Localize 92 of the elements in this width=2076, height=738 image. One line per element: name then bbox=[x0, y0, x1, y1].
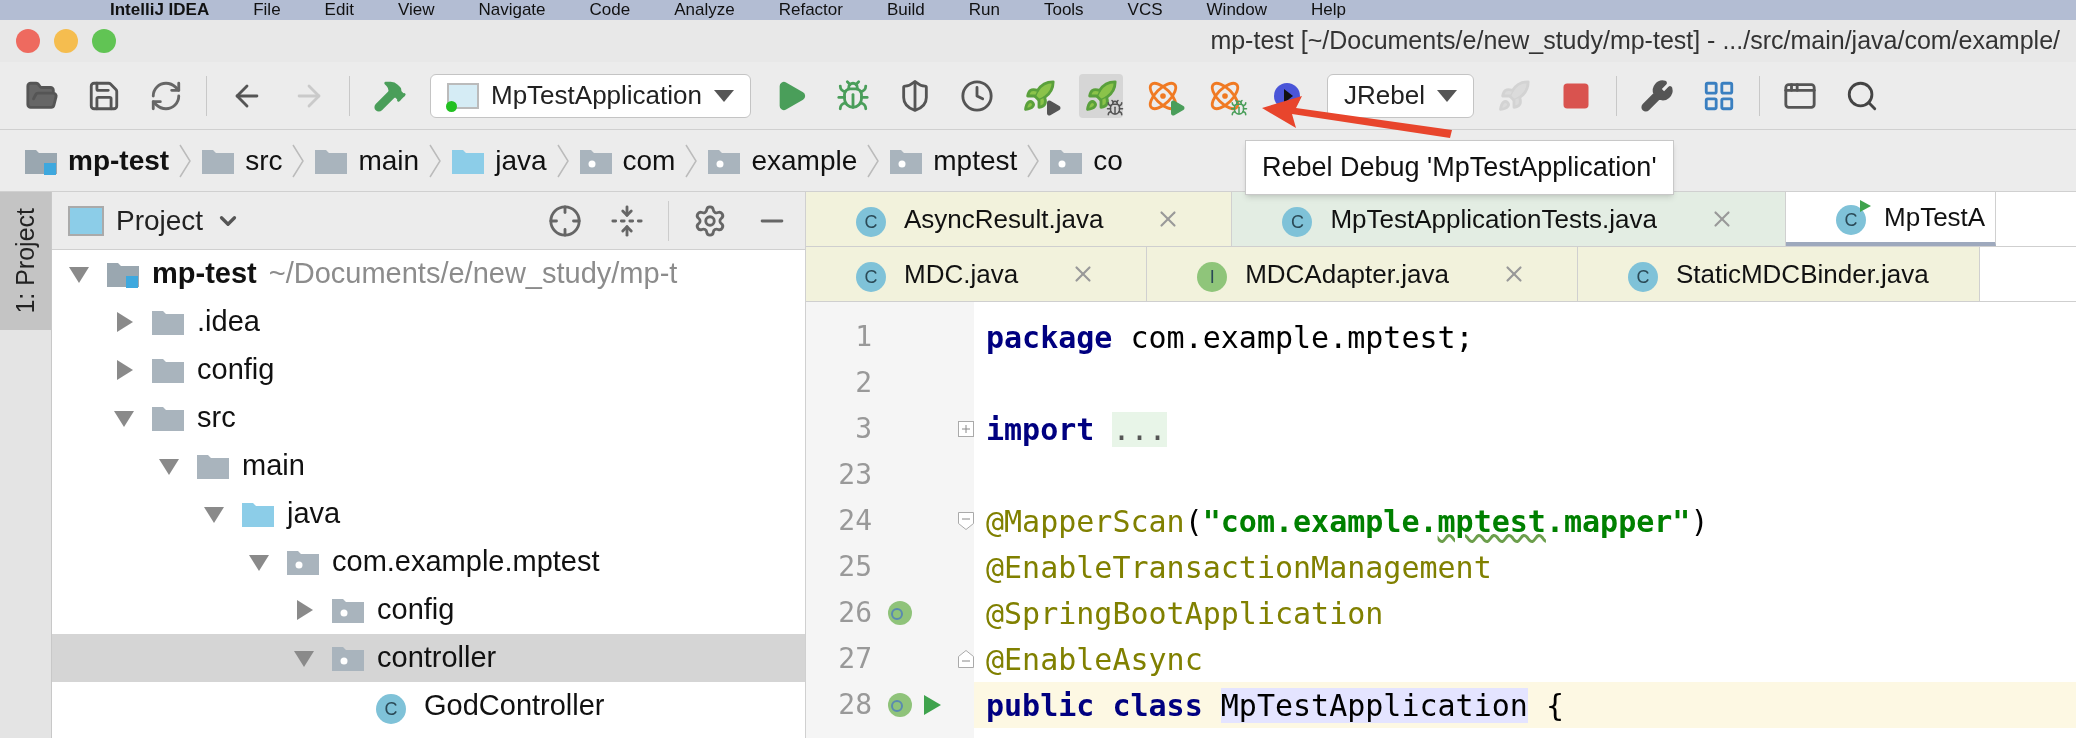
menu-item[interactable]: Tools bbox=[1043, 0, 1084, 20]
settings-icon[interactable] bbox=[693, 203, 727, 238]
fold-icon[interactable] bbox=[958, 650, 974, 668]
line-number: 23 bbox=[837, 457, 872, 493]
breadcrumb-item[interactable]: mptest bbox=[889, 139, 1018, 182]
chevron-icon bbox=[1027, 143, 1040, 178]
folder-icon bbox=[151, 404, 185, 432]
code-line: @EnableTransactionManagement bbox=[985, 548, 1492, 587]
rocket-bug-icon[interactable] bbox=[1079, 73, 1123, 118]
line-number: 27 bbox=[837, 641, 872, 677]
menu-item[interactable]: Refactor bbox=[778, 0, 843, 20]
code-line: @SpringBootApplication bbox=[985, 594, 1384, 633]
zoom-window-button[interactable] bbox=[92, 29, 116, 53]
chevron-icon bbox=[179, 143, 192, 178]
breadcrumb-item[interactable]: example bbox=[707, 139, 858, 182]
menu-item[interactable]: IntelliJ IDEA bbox=[110, 0, 210, 20]
folder-icon bbox=[151, 308, 185, 336]
line-number: 28 bbox=[837, 687, 872, 723]
chevron-icon bbox=[429, 143, 442, 178]
menu-item[interactable]: Analyze bbox=[674, 0, 735, 20]
panel-title[interactable]: Project bbox=[116, 199, 204, 242]
tree-item[interactable]: com.example.mptest bbox=[52, 538, 805, 586]
code-line: package com.example.mptest; bbox=[985, 318, 1474, 357]
window-title: mp-test [~/Documents/e/new_study/mp-test] - .../src/main/java/com/example/ bbox=[1210, 25, 2060, 57]
menu-item[interactable]: Window bbox=[1206, 0, 1268, 20]
editor-tab[interactable]: C MpTestA bbox=[1786, 192, 1997, 246]
breadcrumb-item[interactable]: java bbox=[451, 139, 547, 182]
line-number: 2 bbox=[854, 365, 872, 401]
code-line: import ... bbox=[985, 410, 1167, 449]
line-number: 3 bbox=[854, 411, 872, 447]
bean-icon[interactable] bbox=[886, 599, 914, 627]
editor-tab[interactable]: C MDC.java bbox=[806, 247, 1148, 301]
folder-icon bbox=[196, 452, 230, 480]
breadcrumb-item[interactable]: main bbox=[314, 139, 420, 182]
run-icon[interactable] bbox=[922, 694, 942, 716]
menu-item[interactable]: VCS bbox=[1127, 0, 1163, 20]
folder-icon bbox=[286, 548, 320, 576]
line-number: 1 bbox=[854, 319, 872, 355]
tree-item[interactable]: java bbox=[52, 490, 805, 538]
fold-icon[interactable] bbox=[958, 512, 974, 530]
application-icon bbox=[447, 82, 479, 109]
run-configuration-dropdown[interactable]: MpTestApplication bbox=[430, 73, 751, 118]
menu-item[interactable]: File bbox=[253, 0, 281, 20]
line-number: 26 bbox=[837, 595, 872, 631]
menu-item[interactable]: Help bbox=[1311, 0, 1346, 20]
folder-icon bbox=[106, 260, 140, 288]
breadcrumb-item[interactable]: com bbox=[578, 139, 676, 182]
project-tool-tab[interactable]: 1: Project bbox=[0, 192, 51, 330]
editor-tab[interactable]: C StaticMDCBinder.java bbox=[1577, 247, 1980, 301]
close-window-button[interactable] bbox=[16, 29, 40, 53]
tree-item[interactable]: config bbox=[52, 346, 805, 394]
window-icon bbox=[68, 205, 104, 236]
folder-icon bbox=[331, 596, 365, 624]
locate-icon[interactable] bbox=[548, 203, 582, 238]
code-line: @EnableAsync bbox=[985, 640, 1203, 679]
chevron-icon bbox=[685, 143, 698, 178]
folder-icon bbox=[151, 356, 185, 384]
editor-tab[interactable]: C AsyncResult.java bbox=[806, 192, 1233, 246]
code-line: public class MpTestApplication { bbox=[985, 686, 1564, 725]
breadcrumb-item[interactable]: src bbox=[201, 139, 283, 182]
collapse-all-icon[interactable] bbox=[610, 203, 644, 238]
tree-item[interactable]: C GodController bbox=[52, 682, 805, 730]
folder-icon bbox=[241, 500, 275, 528]
menu-item[interactable]: Build bbox=[886, 0, 925, 20]
menu-item[interactable]: Navigate bbox=[478, 0, 546, 20]
editor-tab[interactable]: I MDCAdapter.java bbox=[1147, 247, 1578, 301]
chevron-icon bbox=[292, 143, 305, 178]
tree-item[interactable]: src bbox=[52, 394, 805, 442]
caret-icon bbox=[1436, 89, 1457, 102]
tree-item[interactable]: mp-test ~/Documents/e/new_study/mp-t bbox=[52, 250, 805, 298]
breadcrumb-item[interactable]: mp-test bbox=[24, 139, 170, 182]
code-line: @MapperScan("com.example.mptest.mapper") bbox=[985, 502, 1709, 541]
menu-item[interactable]: View bbox=[397, 0, 435, 20]
bean-icon[interactable] bbox=[886, 691, 914, 719]
line-number: 25 bbox=[837, 549, 872, 585]
tree-item[interactable]: .idea bbox=[52, 298, 805, 346]
menu-item[interactable]: Edit bbox=[324, 0, 354, 20]
expand-fold-icon[interactable] bbox=[958, 421, 974, 437]
chevron-icon bbox=[867, 143, 880, 178]
tooltip: Rebel Debug 'MpTestApplication' bbox=[1245, 140, 1674, 195]
editor-tab[interactable]: C MpTestApplicationTests.java bbox=[1232, 192, 1787, 246]
folder-icon bbox=[331, 644, 365, 672]
menu-item[interactable]: Code bbox=[589, 0, 631, 20]
tree-item[interactable]: main bbox=[52, 442, 805, 490]
run-configuration-dropdown[interactable]: JRebel bbox=[1327, 73, 1474, 118]
caret-icon bbox=[714, 89, 734, 102]
menu-item[interactable]: Run bbox=[968, 0, 1000, 20]
breadcrumb-item[interactable]: co bbox=[1049, 139, 1123, 182]
tree-item[interactable]: controller bbox=[52, 634, 805, 682]
line-number: 24 bbox=[837, 503, 872, 539]
tree-item[interactable]: config bbox=[52, 586, 805, 634]
chevron-icon bbox=[556, 143, 569, 178]
